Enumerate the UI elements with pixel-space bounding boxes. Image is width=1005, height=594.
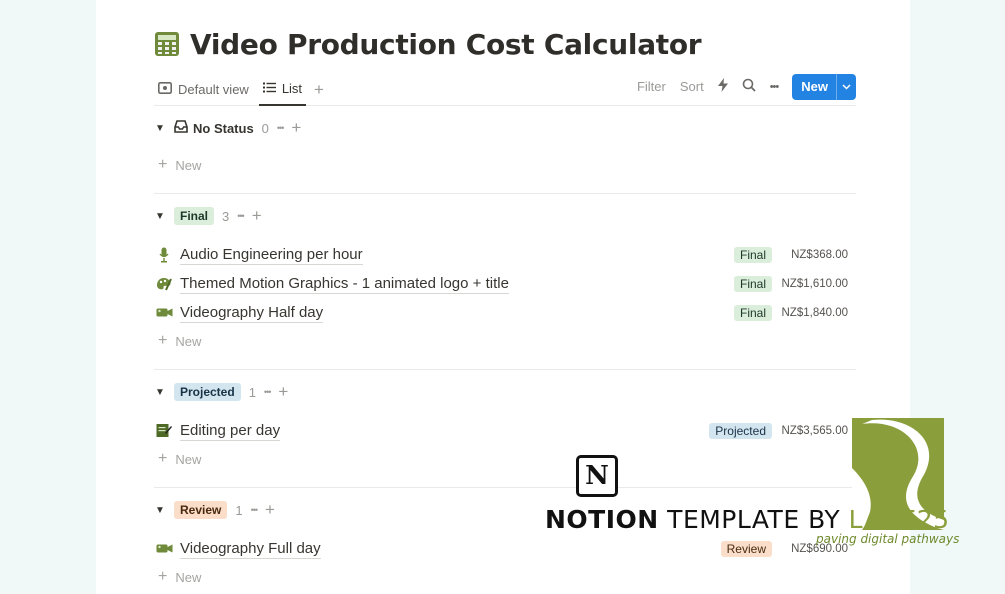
item-title: Videography Half day [180, 303, 324, 323]
list-item[interactable]: Videography Full day Review NZ$690.00 [154, 534, 856, 563]
group-add-button[interactable]: + [291, 118, 301, 138]
list-item[interactable]: Videography Half day Final NZ$1,840.00 [154, 298, 856, 327]
palette-icon [154, 276, 174, 292]
group-final: ▼ Final 3 ••• + Audio Engineering per ho… [154, 202, 856, 370]
group-header: ▼ Final 3 ••• + [154, 202, 856, 230]
group-more-button[interactable]: ••• [237, 211, 245, 221]
list-item[interactable]: Audio Engineering per hour Final NZ$368.… [154, 240, 856, 269]
sort-button[interactable]: Sort [680, 79, 704, 94]
group-projected: ▼ Projected 1 ••• + Editing per day Proj… [154, 378, 856, 488]
collapse-caret-icon[interactable]: ▼ [154, 211, 166, 222]
group-count: 1 [235, 502, 243, 518]
group-header: ▼ Projected 1 ••• + [154, 378, 856, 406]
page-title-text: Video Production Cost Calculator [190, 27, 702, 61]
group-name: Final [174, 207, 215, 225]
status-badge: Final [733, 246, 772, 263]
tab-default-view[interactable]: Default view [154, 74, 253, 106]
item-price: NZ$1,610.00 [781, 277, 849, 290]
watermark-text: NOTION TEMPLATE BY LANE25 [545, 505, 950, 534]
status-badge: Final [733, 275, 772, 292]
view-tabs-bar: Default view List + Filter Sort ••• New [154, 73, 856, 106]
collapse-caret-icon[interactable]: ▼ [154, 387, 166, 398]
chevron-down-icon[interactable] [836, 73, 856, 100]
item-price: NZ$368.00 [791, 248, 848, 261]
memo-icon [154, 423, 174, 439]
group-header: ▼ No Status 0 ••• + [154, 114, 856, 142]
video-camera-icon [154, 305, 174, 321]
new-item-button[interactable]: + New [154, 151, 856, 179]
abacus-icon [154, 31, 180, 57]
filter-button[interactable]: Filter [637, 79, 666, 94]
inbox-icon [174, 120, 188, 136]
item-title: Audio Engineering per hour [180, 245, 363, 265]
watermark-tagline: paving digital pathways [816, 532, 960, 546]
collapse-caret-icon[interactable]: ▼ [154, 123, 166, 134]
item-title: Videography Full day [180, 539, 321, 559]
lightning-icon[interactable] [717, 78, 728, 95]
group-count: 3 [222, 208, 230, 224]
microphone-icon [154, 247, 174, 263]
group-add-button[interactable]: + [252, 206, 262, 226]
group-add-button[interactable]: + [265, 500, 275, 520]
group-more-button[interactable]: ••• [251, 505, 259, 515]
new-item-button[interactable]: + New [154, 445, 856, 473]
new-item-button[interactable]: + New [154, 327, 856, 355]
more-options-button[interactable]: ••• [770, 81, 780, 93]
group-name: Projected [174, 383, 241, 401]
item-title: Editing per day [180, 421, 281, 441]
list-item[interactable]: Editing per day Projected NZ$3,565.00 [154, 416, 856, 445]
tab-list[interactable]: List [258, 74, 307, 106]
list-icon [262, 81, 276, 96]
video-camera-icon [154, 541, 174, 557]
status-badge: Projected [709, 422, 772, 439]
status-badge: Review [720, 540, 772, 557]
group-count: 1 [248, 384, 256, 400]
item-price: NZ$1,840.00 [781, 306, 849, 319]
group-count: 0 [261, 120, 269, 136]
search-icon[interactable] [742, 78, 756, 95]
group-add-button[interactable]: + [278, 382, 288, 402]
group-more-button[interactable]: ••• [264, 387, 272, 397]
group-name: No Status [193, 120, 254, 136]
database-toolbar: Filter Sort ••• New [637, 73, 856, 106]
table-icon [158, 82, 172, 97]
list-item[interactable]: Themed Motion Graphics - 1 animated logo… [154, 269, 856, 298]
notion-logo: N [576, 455, 618, 497]
status-badge: Final [733, 304, 772, 321]
item-price: NZ$3,565.00 [781, 424, 849, 437]
collapse-caret-icon[interactable]: ▼ [154, 505, 166, 516]
group-no-status: ▼ No Status 0 ••• + + New [154, 114, 856, 194]
new-button[interactable]: New [792, 73, 856, 100]
page-title: Video Production Cost Calculator [154, 24, 702, 64]
new-item-button[interactable]: + New [154, 563, 856, 591]
group-name: Review [174, 501, 228, 519]
item-title: Themed Motion Graphics - 1 animated logo… [180, 274, 509, 294]
group-more-button[interactable]: ••• [277, 123, 285, 133]
add-view-button[interactable]: + [314, 80, 324, 100]
